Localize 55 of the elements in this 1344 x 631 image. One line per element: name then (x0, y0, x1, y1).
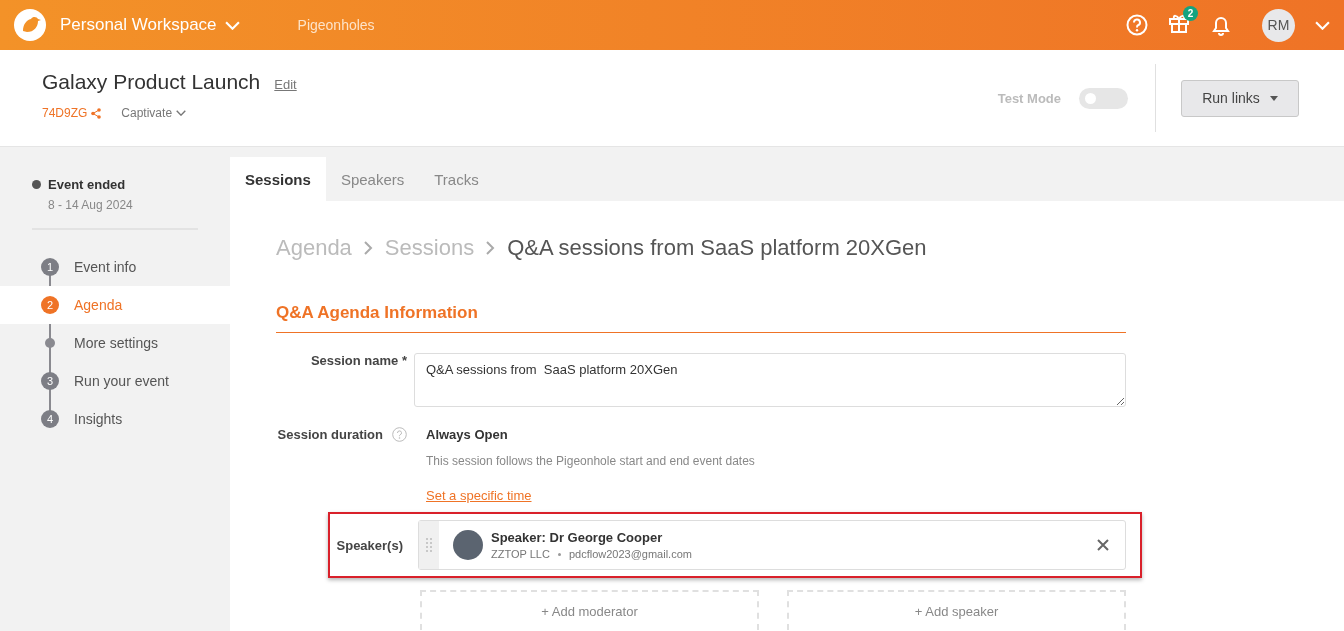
photo-placeholder (453, 530, 483, 560)
section-title: Q&A Agenda Information (276, 303, 1126, 333)
add-speaker-button[interactable]: + Add speaker (787, 590, 1126, 630)
notification-badge: 2 (1183, 6, 1198, 21)
step-number: 1 (41, 258, 59, 276)
step-item[interactable]: 3 Run your event (0, 362, 230, 400)
speaker-email: pdcflow2023@gmail.com (568, 548, 692, 560)
user-avatar[interactable]: RM (1262, 8, 1295, 42)
chevron-right-icon (486, 241, 496, 255)
breadcrumb-item: Q&A sessions from SaaS platform 20XGen (507, 235, 927, 261)
share-icon[interactable] (91, 107, 102, 119)
test-mode-toggle[interactable] (1079, 87, 1128, 109)
close-icon[interactable] (1097, 539, 1109, 551)
chevron-down-icon (176, 110, 187, 116)
chevron-right-icon (363, 241, 373, 255)
drag-handle-icon[interactable] (426, 538, 432, 552)
add-moderator-button[interactable]: + Add moderator (420, 590, 759, 630)
session-duration-label: Session duration (277, 427, 383, 442)
step-item[interactable]: 4 Insights (0, 400, 230, 438)
duration-value: Always Open (426, 427, 509, 442)
chevron-down-icon (1315, 20, 1330, 30)
separator-dot-icon (557, 552, 561, 556)
event-code: 74D9ZG (42, 106, 88, 120)
help-icon[interactable] (392, 427, 407, 442)
tab[interactable]: Speakers (325, 157, 420, 201)
bird-logo-icon[interactable] (14, 9, 46, 41)
test-mode-label: Test Mode (997, 90, 1061, 106)
chevron-down-icon (224, 21, 240, 30)
session-name-label: Session name * (309, 353, 408, 370)
event-dates: 8 - 14 Aug 2024 (48, 198, 134, 212)
plan-dropdown[interactable]: Captivate (121, 106, 187, 120)
speaker-name: Speaker: Dr George Cooper (491, 530, 664, 545)
bell-icon[interactable] (1210, 14, 1232, 36)
speaker-card[interactable]: Speaker: Dr George Cooper ZZTOP LLC pdcflow2023@gmail.com (418, 520, 1126, 570)
set-time-link[interactable]: Set a specific time (426, 488, 532, 503)
step-number: 4 (41, 410, 59, 428)
gift-icon[interactable] (1168, 12, 1190, 34)
workspace-name[interactable]: Personal Workspace (60, 15, 217, 35)
tab[interactable]: Tracks (419, 157, 494, 201)
speakers-label: Speaker(s) (335, 537, 404, 553)
run-links-button[interactable]: Run links (1181, 79, 1299, 117)
caret-icon (1269, 95, 1278, 101)
speaker-company: ZZTOP LLC (491, 548, 550, 560)
status-dot (32, 180, 41, 189)
step-item[interactable]: 2 Agenda (0, 286, 230, 324)
edit-link[interactable]: Edit (274, 77, 297, 92)
event-title: Galaxy Product Launch (42, 70, 261, 93)
step-number: 3 (41, 372, 59, 390)
step-number: 2 (41, 296, 59, 314)
session-name-field[interactable]: Q&A sessions from SaaS platform 20XGen (414, 353, 1126, 407)
tab[interactable]: Sessions (230, 157, 326, 201)
duration-hint: This session follows the Pigeonhole start and end event dates (426, 454, 755, 468)
step-item[interactable]: 1 Event info (0, 248, 230, 286)
event-status: Event ended (48, 177, 126, 192)
step-item[interactable]: More settings (0, 324, 230, 362)
